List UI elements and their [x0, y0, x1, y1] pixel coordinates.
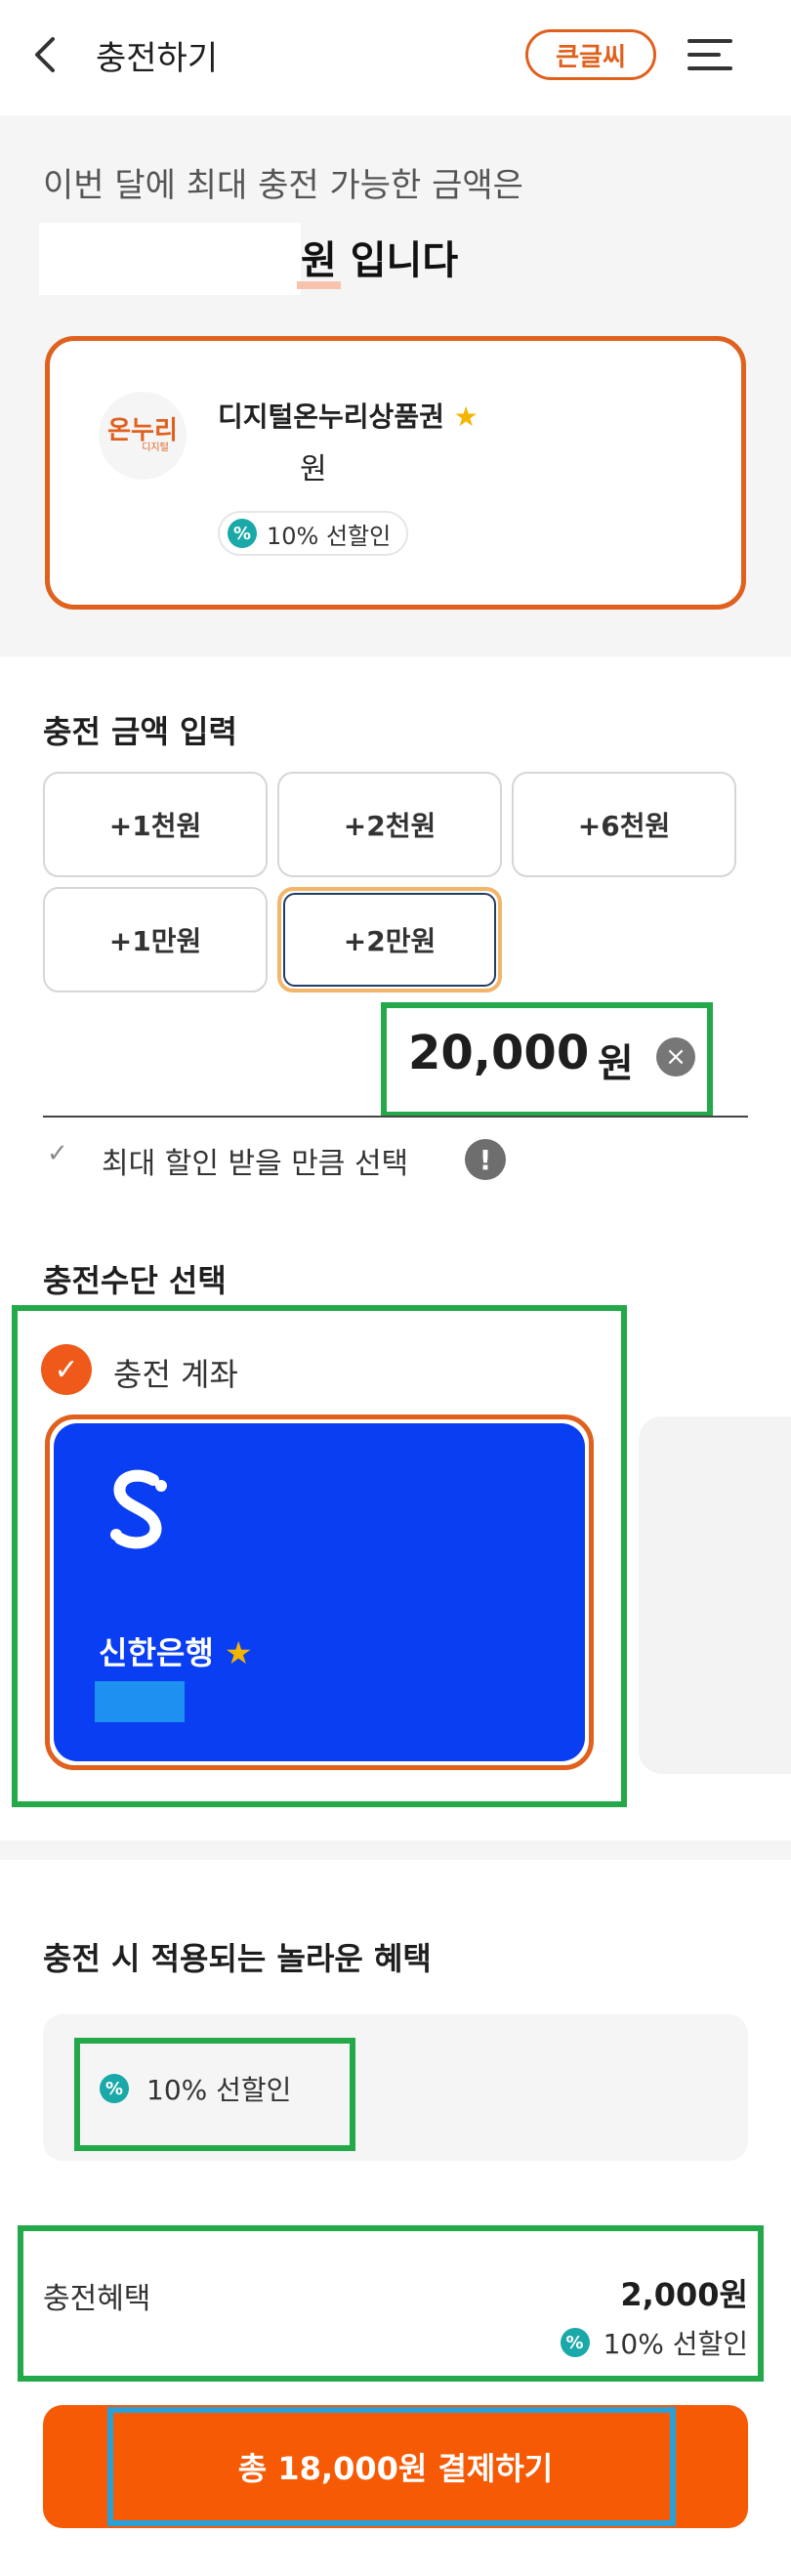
info-icon[interactable]: ! [465, 1139, 506, 1180]
highlight-pay-button [107, 2407, 676, 2526]
bank-card-body: 신한은행 ★ [54, 1423, 585, 1761]
masked-account-number [95, 1681, 185, 1722]
limit-section: 이번 달에 최대 충전 가능한 금액은 원 입니다 온누리 디지털 디지털온누리… [0, 115, 791, 656]
benefits-section-title: 충전 시 적용되는 놀라운 혜택 [43, 1940, 432, 1977]
bank-name: 신한은행 ★ [99, 1628, 253, 1673]
big-text-button[interactable]: 큰글씨 [525, 29, 656, 80]
clear-icon[interactable]: × [656, 1037, 695, 1077]
summary-discount-label: 10% 선할인 [603, 2328, 748, 2360]
limit-text: 이번 달에 최대 충전 가능한 금액은 [43, 166, 523, 205]
amount-button-20k-label: +2만원 [343, 925, 437, 957]
discount-badge-label: 10% 선할인 [267, 522, 392, 550]
amount-underline [43, 1116, 748, 1118]
limit-unit: 원 [301, 238, 337, 283]
bank-card[interactable]: 신한은행 ★ [45, 1415, 594, 1770]
discount-badge: % 10% 선할인 [218, 511, 409, 556]
summary-value: 2,000원 [620, 2276, 748, 2313]
amount-button-1k[interactable]: +1천원 [43, 772, 268, 877]
limit-suffix: 입니다 [336, 238, 459, 283]
star-icon: ★ [453, 401, 479, 433]
voucher-name-label: 디지털온누리상품권 [218, 401, 444, 433]
logo-main-text: 온누리 [107, 416, 178, 445]
onnuri-logo: 온누리 디지털 [99, 392, 187, 480]
back-icon[interactable] [29, 35, 64, 74]
voucher-card[interactable]: 온누리 디지털 디지털온누리상품권 ★ 원 % 10% 선할인 [45, 336, 746, 610]
payment-section-title: 충전수단 선택 [43, 1262, 227, 1299]
amount-button-20k[interactable]: +2만원 [277, 887, 502, 992]
summary-discount: % 10% 선할인 [560, 2323, 748, 2362]
menu-icon[interactable] [687, 37, 732, 72]
benefit-item-label: 10% 선할인 [146, 2074, 292, 2106]
percent-icon: % [560, 2328, 590, 2357]
logo-sub-text: 디지털 [142, 443, 169, 453]
bank-logo-icon [110, 1469, 167, 1549]
max-discount-option[interactable]: 최대 할인 받을 만큼 선택 [102, 1139, 408, 1182]
amount-button-10k[interactable]: +1만원 [43, 887, 268, 992]
check-icon[interactable]: ✓ [47, 1139, 76, 1168]
bank-name-label: 신한은행 [99, 1634, 214, 1671]
voucher-balance-unit: 원 [300, 452, 327, 486]
amount-button-2k[interactable]: +2천원 [277, 772, 502, 877]
next-payment-card[interactable] [639, 1416, 791, 1774]
summary-label: 충전혜택 [43, 2282, 151, 2316]
page-title: 충전하기 [96, 39, 219, 78]
star-icon: ★ [224, 1634, 253, 1671]
account-label: 충전 계좌 [113, 1356, 238, 1393]
amount-unit: 원 [598, 1041, 634, 1086]
app-header: 충전하기 큰글씨 [0, 0, 791, 115]
selected-check-icon[interactable]: ✓ [41, 1344, 92, 1395]
limit-amount-text: 원 입니다 [301, 229, 458, 285]
voucher-name: 디지털온누리상품권 ★ [218, 396, 479, 435]
amount-section-title: 충전 금액 입력 [43, 713, 237, 750]
benefit-item: % 10% 선할인 [100, 2069, 291, 2108]
masked-limit-amount [39, 223, 301, 295]
amount-button-6k[interactable]: +6천원 [512, 772, 736, 877]
section-divider [0, 1840, 791, 1860]
percent-icon: % [228, 519, 257, 548]
percent-icon: % [100, 2074, 129, 2103]
amount-value[interactable]: 20,000 [408, 1026, 589, 1080]
